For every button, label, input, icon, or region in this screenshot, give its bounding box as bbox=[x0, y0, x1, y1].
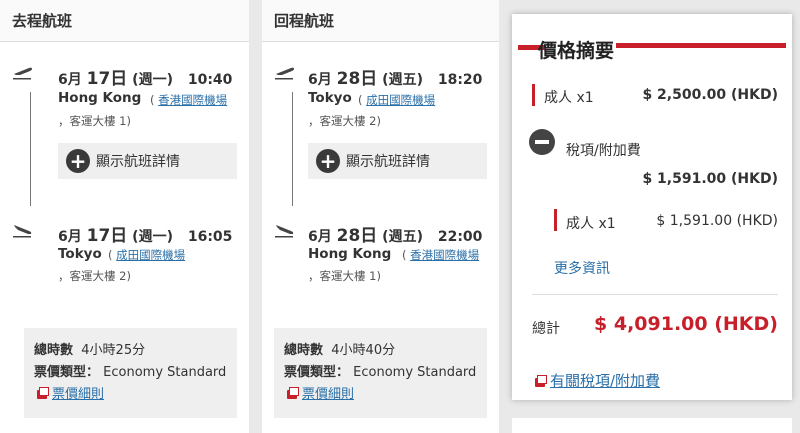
document-icon bbox=[37, 387, 49, 399]
document-icon bbox=[287, 387, 299, 399]
outbound-card: 去程航班 6月 17日 (週一) 10:40 Hong Kong ( 香港國際機… bbox=[0, 0, 249, 433]
outbound-arrive-terminal: ，客運大樓 2) bbox=[58, 269, 131, 283]
total-value: $ 4,091.00 (HKD) bbox=[594, 313, 778, 335]
adult-label: 成人 x1 bbox=[544, 90, 594, 106]
inbound-fare-info: 總時數 4小時40分 票價類型： Economy Standard 票價細則 bbox=[274, 328, 487, 418]
tax-total: $ 1,591.00 (HKD) bbox=[642, 171, 778, 187]
inbound-depart-city: Tokyo bbox=[308, 90, 352, 106]
inbound-title: 回程航班 bbox=[262, 0, 499, 42]
landing-icon bbox=[275, 225, 294, 238]
inbound-depart-terminal: ，客運大樓 2) bbox=[308, 114, 381, 128]
plus-icon: + bbox=[316, 149, 340, 173]
outbound-arrive-city: Tokyo bbox=[58, 246, 102, 262]
title-accent-right bbox=[616, 43, 786, 48]
outbound-depart-airport-link[interactable]: 香港國際機場 bbox=[158, 93, 227, 107]
route-line bbox=[292, 92, 293, 206]
inbound-card: 回程航班 6月 28日 (週五) 18:20 Tokyo ( 成田國際機場 ，客… bbox=[262, 0, 499, 433]
outbound-depart-terminal: ，客運大樓 1) bbox=[58, 114, 131, 128]
route-line bbox=[30, 92, 31, 206]
adult-marker bbox=[532, 84, 535, 106]
collapse-tax-icon[interactable] bbox=[529, 129, 555, 155]
takeoff-icon bbox=[13, 67, 32, 80]
outbound-fare-info: 總時數 4小時25分 票價類型： Economy Standard 票價細則 bbox=[24, 328, 237, 418]
plus-icon: + bbox=[66, 149, 90, 173]
takeoff-icon bbox=[275, 67, 294, 80]
tax-label: 稅項/附加費 bbox=[566, 143, 641, 159]
document-icon bbox=[535, 375, 547, 387]
outbound-depart-airport: ( 香港國際機場 bbox=[150, 93, 228, 107]
tax-adult-price: $ 1,591.00 (HKD) bbox=[656, 213, 778, 229]
tax-info-link[interactable]: 有關稅項/附加費 bbox=[550, 372, 660, 390]
inbound-arrive-airport: ( 香港國際機場 bbox=[402, 248, 480, 262]
inbound-arrive-datetime: 6月 28日 (週五) 22:00 bbox=[308, 226, 483, 246]
outbound-depart-datetime: 6月 17日 (週一) 10:40 bbox=[58, 69, 233, 89]
tax-info-link-row[interactable]: 有關稅項/附加費 bbox=[532, 370, 660, 391]
inbound-fare-rules-link[interactable]: 票價細則 bbox=[302, 387, 354, 402]
inbound-depart-datetime: 6月 28日 (週五) 18:20 bbox=[308, 69, 483, 89]
outbound-fare-rules-link[interactable]: 票價細則 bbox=[52, 387, 104, 402]
tax-adult-marker bbox=[554, 209, 557, 231]
outbound-title: 去程航班 bbox=[0, 0, 249, 42]
summary-divider bbox=[532, 294, 778, 295]
inbound-arrive-city: Hong Kong bbox=[308, 246, 392, 262]
outbound-arrive-datetime: 6月 17日 (週一) 16:05 bbox=[58, 226, 233, 246]
adult-price: $ 2,500.00 (HKD) bbox=[642, 87, 778, 103]
more-info-link[interactable]: 更多資訊 bbox=[554, 258, 610, 278]
inbound-show-details-button[interactable]: + 顯示航班詳情 bbox=[308, 143, 487, 179]
outbound-arrive-airport-link[interactable]: 成田國際機場 bbox=[116, 248, 185, 262]
landing-icon bbox=[13, 225, 32, 238]
price-summary-card: 價格摘要 成人 x1 $ 2,500.00 (HKD) 稅項/附加費 $ 1,5… bbox=[512, 14, 792, 400]
inbound-arrive-airport-link[interactable]: 香港國際機場 bbox=[410, 248, 479, 262]
next-card-edge bbox=[512, 418, 792, 433]
inbound-depart-airport-link[interactable]: 成田國際機場 bbox=[366, 93, 435, 107]
price-summary-title: 價格摘要 bbox=[538, 40, 615, 62]
outbound-show-details-button[interactable]: + 顯示航班詳情 bbox=[58, 143, 237, 179]
inbound-arrive-terminal: ，客運大樓 1) bbox=[308, 269, 381, 283]
total-label: 總計 bbox=[532, 321, 560, 337]
outbound-depart-city: Hong Kong bbox=[58, 90, 142, 106]
tax-adult-label: 成人 x1 bbox=[566, 216, 616, 232]
outbound-arrive-airport: ( 成田國際機場 bbox=[108, 248, 186, 262]
inbound-depart-airport: ( 成田國際機場 bbox=[358, 93, 436, 107]
